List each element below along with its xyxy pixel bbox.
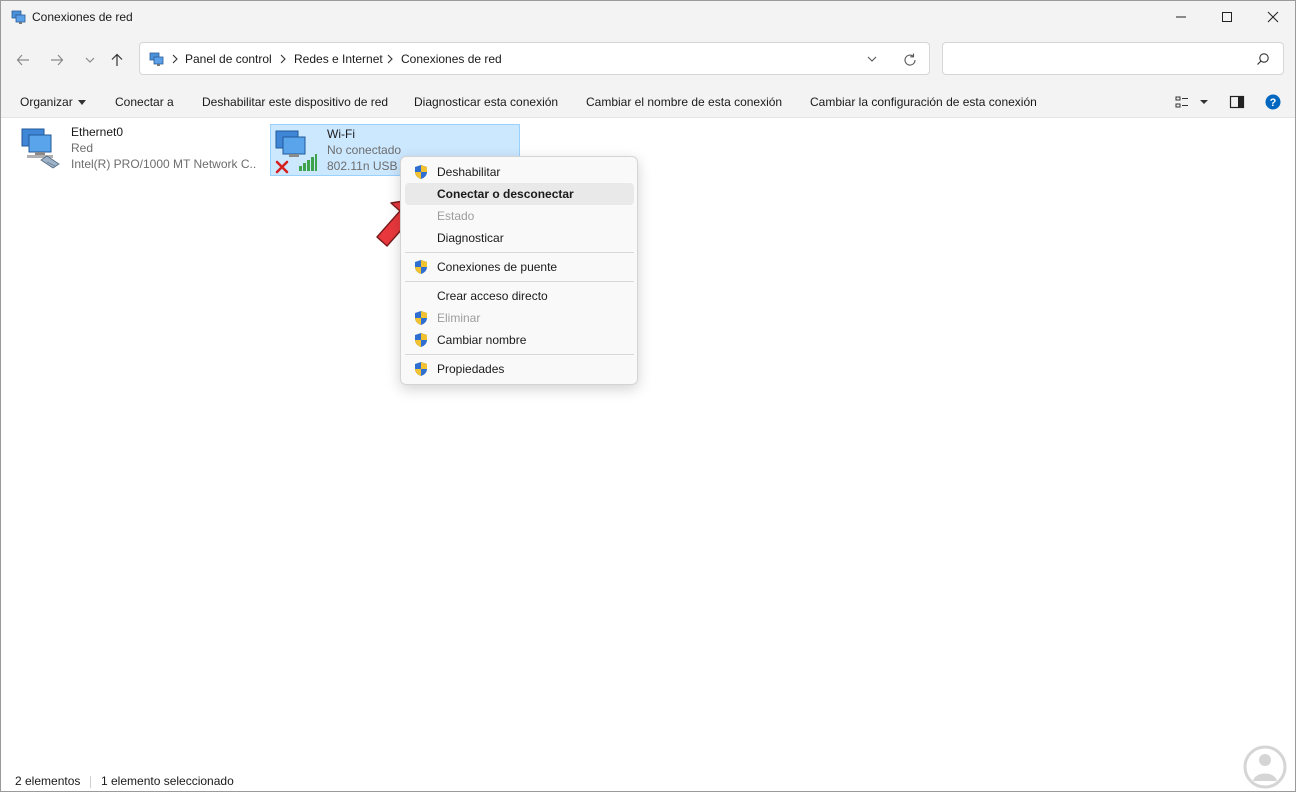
chevron-right-icon	[387, 54, 393, 64]
menu-item-deshabilitar[interactable]: Deshabilitar	[405, 161, 634, 183]
status-bar: 2 elementos 1 elemento seleccionado	[1, 769, 1295, 791]
minimize-button[interactable]	[1158, 1, 1204, 32]
menu-separator	[405, 354, 634, 355]
menu-item-estado[interactable]: Estado	[405, 205, 634, 227]
caret-down-icon	[77, 100, 86, 106]
breadcrumb-panel-de-control[interactable]: Panel de control	[185, 52, 272, 66]
connection-item-ethernet0[interactable]: Ethernet0 Red Intel(R) PRO/1000 MT Netwo…	[15, 123, 263, 175]
organize-label: Organizar	[20, 95, 73, 109]
svg-text:?: ?	[1270, 97, 1277, 109]
item-count: 2 elementos	[15, 774, 81, 788]
maximize-button[interactable]	[1204, 1, 1250, 32]
connection-device: Intel(R) PRO/1000 MT Network C...	[71, 157, 257, 171]
maximize-icon	[1222, 11, 1232, 22]
recent-locations-button[interactable]	[78, 48, 102, 72]
chevron-right-icon	[172, 54, 178, 64]
up-button[interactable]	[105, 48, 129, 72]
uac-shield-icon	[415, 311, 427, 325]
menu-item-label: Deshabilitar	[437, 165, 501, 179]
menu-separator	[405, 252, 634, 253]
arrow-up-icon	[111, 53, 123, 66]
context-menu: Deshabilitar Conectar o desconectar Esta…	[400, 156, 638, 385]
uac-shield-icon	[415, 362, 427, 376]
refresh-icon[interactable]	[902, 52, 918, 68]
diagnose-connection-button[interactable]: Diagnosticar esta conexión	[414, 95, 558, 109]
close-button[interactable]	[1250, 1, 1295, 32]
change-settings-button[interactable]: Cambiar la configuración de esta conexió…	[810, 95, 1037, 109]
preview-pane-icon[interactable]	[1229, 94, 1245, 110]
uac-shield-icon	[415, 333, 427, 347]
command-bar: Organizar Conectar a Deshabilitar este d…	[1, 86, 1295, 118]
menu-item-crear-acceso-directo[interactable]: Crear acceso directo	[405, 285, 634, 307]
menu-item-conexiones-de-puente[interactable]: Conexiones de puente	[405, 256, 634, 278]
caret-down-icon[interactable]	[1196, 94, 1212, 110]
watermark-logo-icon	[1243, 745, 1287, 789]
menu-item-label: Conectar o desconectar	[437, 187, 574, 201]
view-options-icon[interactable]	[1174, 94, 1190, 110]
menu-item-label: Conexiones de puente	[437, 260, 558, 274]
disable-device-button[interactable]: Deshabilitar este dispositivo de red	[202, 95, 388, 109]
address-bar[interactable]: Panel de control Redes e Internet Conexi…	[139, 42, 930, 75]
help-icon[interactable]: ?	[1265, 94, 1281, 110]
connection-status: No conectado	[327, 143, 402, 157]
explorer-window: Conexiones de red Panel de control Redes…	[0, 0, 1296, 792]
menu-item-label: Crear acceso directo	[437, 289, 548, 303]
selection-count: 1 elemento seleccionado	[101, 774, 234, 788]
window-title: Conexiones de red	[32, 10, 133, 24]
network-connections-icon	[149, 52, 164, 66]
connection-device: 802.11n USB W	[327, 159, 407, 173]
menu-item-diagnosticar[interactable]: Diagnosticar	[405, 227, 634, 249]
menu-item-label: Cambiar nombre	[437, 333, 527, 347]
close-icon	[1267, 11, 1279, 22]
organize-menu[interactable]: Organizar	[20, 95, 86, 109]
arrow-right-icon	[51, 54, 64, 66]
menu-item-label: Estado	[437, 209, 475, 223]
connection-name: Ethernet0	[71, 125, 124, 139]
breadcrumb-redes-e-internet[interactable]: Redes e Internet	[294, 52, 383, 66]
status-divider	[90, 776, 91, 788]
chevron-down-icon[interactable]	[865, 53, 879, 65]
menu-item-label: Diagnosticar	[437, 231, 504, 245]
navigation-bar: Panel de control Redes e Internet Conexi…	[1, 32, 1295, 86]
title-bar[interactable]: Conexiones de red	[1, 1, 1295, 32]
forward-button[interactable]	[45, 48, 69, 72]
ethernet-adapter-icon	[21, 128, 60, 169]
uac-shield-icon	[415, 165, 427, 179]
uac-shield-icon	[415, 260, 427, 274]
search-box[interactable]	[942, 42, 1284, 75]
connection-status: Red	[71, 141, 94, 155]
menu-item-label: Eliminar	[437, 311, 481, 325]
back-button[interactable]	[11, 48, 35, 72]
rename-connection-button[interactable]: Cambiar el nombre de esta conexión	[586, 95, 782, 109]
menu-item-label: Propiedades	[437, 362, 505, 376]
menu-separator	[405, 281, 634, 282]
connection-name: Wi-Fi	[327, 127, 355, 141]
menu-item-eliminar[interactable]: Eliminar	[405, 307, 634, 329]
network-connections-icon	[11, 10, 26, 24]
arrow-left-icon	[16, 54, 29, 66]
minimize-icon	[1176, 16, 1186, 17]
connect-to-button[interactable]: Conectar a	[115, 95, 174, 109]
chevron-right-icon	[280, 54, 286, 64]
file-list[interactable]: Ethernet0 Red Intel(R) PRO/1000 MT Netwo…	[1, 118, 1295, 758]
menu-item-propiedades[interactable]: Propiedades	[405, 358, 634, 380]
menu-item-conectar-o-desconectar[interactable]: Conectar o desconectar	[405, 183, 634, 205]
disconnected-x-icon	[275, 160, 289, 174]
search-icon	[1257, 53, 1269, 65]
breadcrumb-conexiones-de-red[interactable]: Conexiones de red	[401, 52, 502, 66]
menu-item-cambiar-nombre[interactable]: Cambiar nombre	[405, 329, 634, 351]
chevron-down-icon	[85, 57, 95, 63]
